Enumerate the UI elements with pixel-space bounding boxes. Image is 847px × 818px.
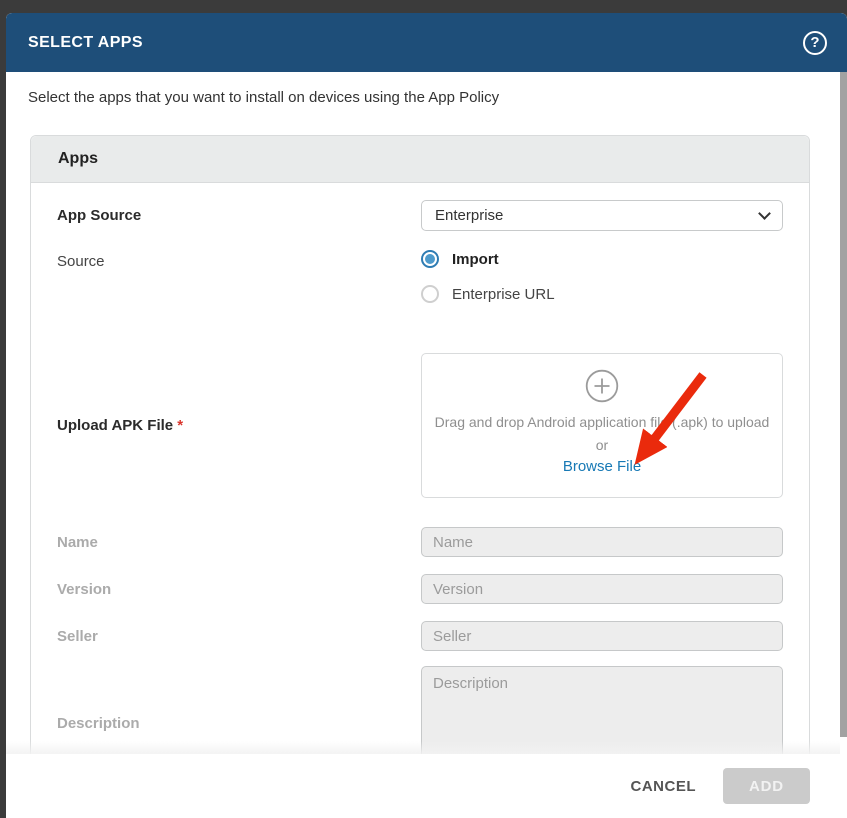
app-source-label: App Source xyxy=(57,200,421,231)
seller-input xyxy=(421,621,783,651)
plus-circle-icon xyxy=(585,369,619,403)
source-radio-group: Import Enterprise URL xyxy=(421,250,783,303)
vertical-scrollbar[interactable] xyxy=(840,72,847,737)
version-label: Version xyxy=(57,574,421,604)
source-label: Source xyxy=(57,250,421,303)
name-input xyxy=(421,527,783,557)
radio-enterprise-url-label: Enterprise URL xyxy=(452,286,555,303)
dialog-header: SELECT APPS ? xyxy=(6,13,847,72)
radio-import[interactable]: Import xyxy=(421,250,783,268)
seller-label: Seller xyxy=(57,621,421,651)
name-row: Name xyxy=(57,527,783,557)
bottom-fade xyxy=(6,741,840,754)
radio-enterprise-url[interactable]: Enterprise URL xyxy=(421,285,783,303)
dialog-title: SELECT APPS xyxy=(28,34,143,52)
apps-section-body: App Source Enterprise Source xyxy=(31,183,809,754)
upload-apk-label-text: Upload APK File xyxy=(57,417,173,434)
dropzone-or-text: or xyxy=(596,437,608,453)
required-asterisk: * xyxy=(177,417,183,434)
apk-dropzone[interactable]: Drag and drop Android application file (… xyxy=(421,353,783,498)
chevron-down-icon xyxy=(758,207,771,220)
app-source-select[interactable]: Enterprise xyxy=(421,200,783,231)
app-source-selected-value: Enterprise xyxy=(435,207,503,224)
help-icon[interactable]: ? xyxy=(803,31,827,55)
upload-apk-label: Upload APK File * xyxy=(57,417,421,434)
apps-section-card: Apps App Source Enterprise Source xyxy=(30,135,810,754)
upload-apk-row: Upload APK File * Drag and drop Android … xyxy=(57,353,783,498)
add-button[interactable]: ADD xyxy=(723,768,810,804)
dialog-footer: CANCEL ADD xyxy=(6,754,847,818)
browse-file-link[interactable]: Browse File xyxy=(563,458,641,475)
radio-selected-icon xyxy=(421,250,439,268)
source-row: Source Import Enterprise URL xyxy=(57,250,783,303)
dropzone-hint-text: Drag and drop Android application file (… xyxy=(435,414,770,430)
apps-section-header: Apps xyxy=(31,136,809,183)
intro-text: Select the apps that you want to install… xyxy=(6,72,847,106)
seller-row: Seller xyxy=(57,621,783,651)
version-input xyxy=(421,574,783,604)
radio-import-label: Import xyxy=(452,251,499,268)
version-row: Version xyxy=(57,574,783,604)
name-label: Name xyxy=(57,527,421,557)
dialog-body: Select the apps that you want to install… xyxy=(6,72,847,754)
cancel-button[interactable]: CANCEL xyxy=(631,778,697,795)
app-source-row: App Source Enterprise xyxy=(57,200,783,231)
radio-unselected-icon xyxy=(421,285,439,303)
select-apps-dialog: SELECT APPS ? Select the apps that you w… xyxy=(6,13,847,818)
description-label: Description xyxy=(57,715,421,732)
